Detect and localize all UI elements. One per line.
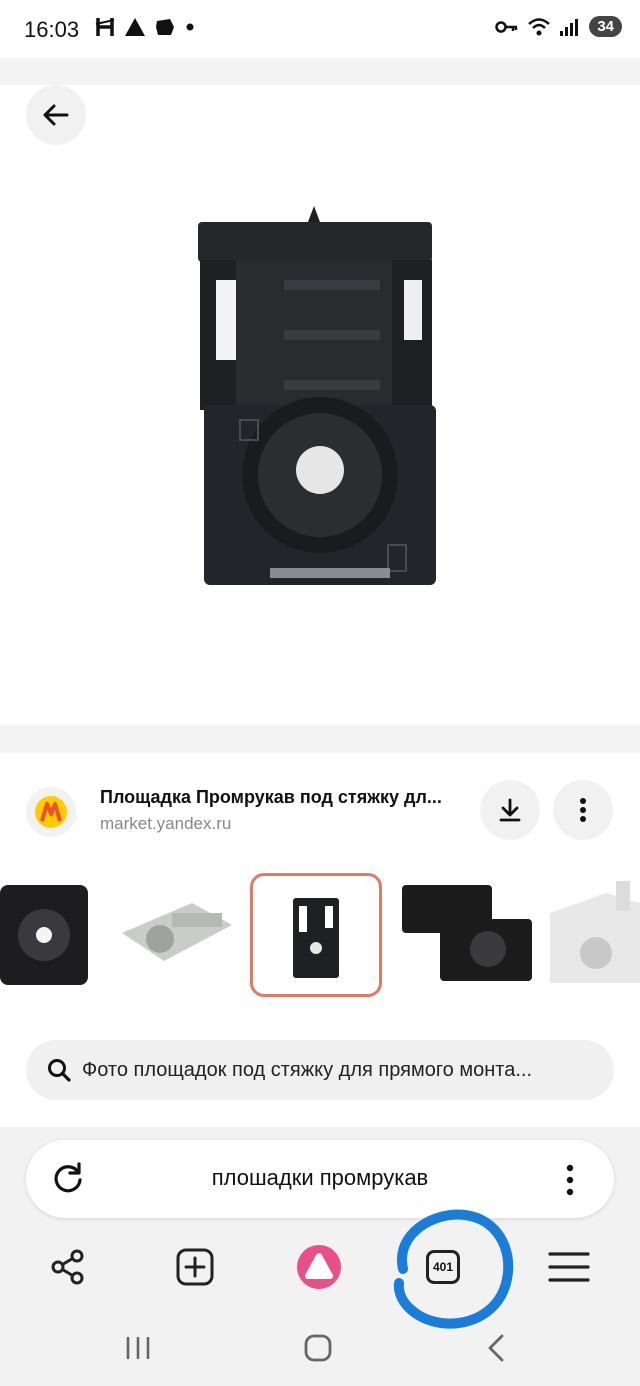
alice-button[interactable]: [294, 1242, 344, 1292]
dot-icon: [186, 23, 194, 31]
source-title[interactable]: Площадка Промрукав под стяжку дл...: [100, 787, 470, 808]
battery-badge: 34: [589, 16, 622, 37]
arrow-left-icon: [43, 104, 69, 126]
bottom-toolbar: 401: [0, 1232, 640, 1302]
cloud-icon: [156, 19, 174, 35]
home-button[interactable]: [296, 1326, 340, 1370]
key-icon: [495, 20, 518, 33]
share-button[interactable]: [43, 1242, 93, 1292]
more-vertical-icon: [580, 798, 586, 822]
more-vertical-icon[interactable]: [550, 1160, 590, 1200]
wifi-icon: [528, 17, 551, 35]
search-icon: [48, 1059, 71, 1082]
new-tab-button[interactable]: [170, 1242, 220, 1292]
hamburger-icon: [548, 1252, 590, 1282]
menu-button[interactable]: [544, 1242, 594, 1292]
related-search-chip[interactable]: Фото площадок под стяжку для прямого мон…: [26, 1040, 614, 1100]
thumbnail-strip[interactable]: [0, 865, 640, 1005]
status-left-icons: [94, 16, 196, 38]
plus-square-icon: [176, 1248, 214, 1286]
chevron-left-icon: [488, 1334, 504, 1362]
alice-icon: [297, 1245, 341, 1289]
signal-icon: [560, 18, 579, 36]
recent-apps-icon: [126, 1337, 150, 1359]
status-right: 34: [495, 16, 622, 37]
thumbnail-item[interactable]: [546, 873, 640, 997]
thumbnail-item[interactable]: [0, 873, 92, 997]
status-bar: 16:03 34: [0, 0, 640, 58]
related-search-text: Фото площадок под стяжку для прямого мон…: [82, 1058, 533, 1081]
source-url[interactable]: market.yandex.ru: [100, 814, 231, 834]
download-icon: [499, 798, 521, 822]
home-icon: [304, 1334, 332, 1362]
market-logo-icon: [26, 787, 76, 837]
share-icon: [51, 1249, 84, 1285]
status-time: 16:03: [24, 17, 80, 42]
system-back-button[interactable]: [474, 1326, 518, 1370]
download-button[interactable]: [480, 780, 540, 840]
h-icon: [95, 18, 115, 36]
search-bar[interactable]: плошадки промрукав: [26, 1140, 614, 1218]
source-row[interactable]: Площадка Промрукав под стяжку дл... mark…: [0, 753, 640, 863]
thumbnail-item[interactable]: [112, 873, 244, 997]
warning-icon: [125, 18, 145, 36]
search-query[interactable]: плошадки промрукав: [26, 1165, 614, 1191]
more-options-button[interactable]: [553, 780, 613, 840]
back-button[interactable]: [26, 85, 86, 145]
recent-apps-button[interactable]: [116, 1326, 160, 1370]
thumbnail-item[interactable]: [400, 873, 532, 997]
thumbnail-item-selected[interactable]: [250, 873, 382, 997]
system-nav-bar: [0, 1306, 640, 1386]
product-image: [198, 206, 436, 585]
